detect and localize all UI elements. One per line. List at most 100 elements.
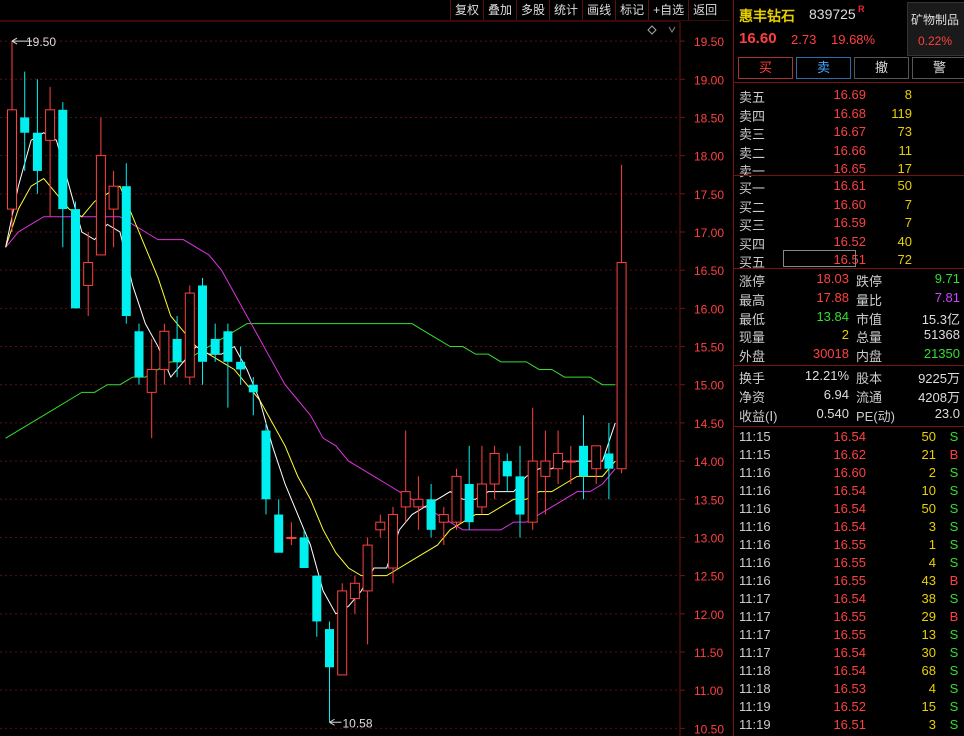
candle-body: [236, 361, 246, 370]
tick-side: S: [949, 717, 959, 732]
y-tick-label: 11.00: [694, 684, 723, 698]
fund-value: 4208万: [918, 390, 960, 405]
tick-side: B: [949, 609, 959, 624]
tick-volume: 3: [928, 717, 936, 732]
ask-volume: 17: [897, 161, 912, 176]
bid-volume: 50: [897, 178, 912, 193]
candle-body: [121, 186, 131, 316]
tick-volume: 50: [921, 501, 936, 516]
tick-side: S: [949, 699, 959, 714]
stat-value: 30018: [812, 346, 849, 362]
candle-body: [198, 285, 207, 362]
divider: [734, 365, 964, 366]
ask-label: 卖四: [739, 108, 766, 124]
toolbar-add-watchlist-button[interactable]: +自选: [648, 0, 688, 20]
y-tick-label: 15.00: [694, 379, 724, 393]
tick-price: 16.54: [833, 483, 866, 498]
high-price-label: 19.50: [26, 35, 56, 49]
tick-time: 11:17: [739, 591, 771, 606]
toolbar-overlay-button[interactable]: 叠加: [483, 0, 516, 20]
bid-label: 买二: [739, 199, 766, 215]
y-tick-label: 11.50: [694, 646, 723, 660]
tick-volume: 38: [921, 591, 936, 606]
bid-row[interactable]: 买一 16.61 50: [734, 177, 964, 196]
tick-row: 11:17 16.54 38 S: [734, 590, 964, 608]
toolbar-fuquan-button[interactable]: 复权: [450, 0, 483, 20]
tick-price: 16.53: [833, 681, 866, 696]
tick-row: 11:16 16.55 4 S: [734, 554, 964, 572]
y-tick-label: 14.00: [694, 455, 724, 469]
tick-time: 11:18: [739, 681, 771, 696]
y-tick-label: 14.50: [694, 417, 724, 431]
stock-code: 839725: [809, 6, 856, 22]
toolbar-mark-button[interactable]: 标记: [615, 0, 648, 20]
tick-row: 11:19 16.51 3 S: [734, 716, 964, 734]
stat-value: 51368: [923, 327, 960, 343]
tick-side: S: [949, 555, 959, 570]
bid-price: 16.59: [833, 215, 866, 230]
candle-body: [20, 117, 30, 133]
fund-label: 净资: [739, 390, 766, 405]
candle-body: [349, 582, 360, 600]
candle-body: [604, 453, 614, 469]
fund-label: 流通: [856, 390, 883, 405]
tick-volume: 13: [921, 627, 936, 642]
toolbar-back-button[interactable]: 返回: [688, 0, 721, 20]
bid-volume: 72: [897, 252, 912, 267]
cancel-order-button[interactable]: 撤: [854, 57, 909, 79]
stat-value: 13.84: [816, 308, 849, 324]
tick-time: 11:16: [739, 555, 771, 570]
tick-price: 16.55: [833, 609, 866, 624]
ask-price: 16.69: [833, 87, 866, 102]
tick-price: 16.54: [833, 429, 866, 444]
stock-name: 惠丰钻石: [739, 8, 795, 24]
bid-price: 16.52: [833, 233, 866, 249]
fund-label: 收益(Ⅰ): [739, 409, 778, 424]
ask-row[interactable]: 卖四 16.68 119: [734, 105, 964, 124]
candle-body: [565, 460, 576, 463]
fund-value: 9225万: [918, 371, 960, 386]
toolbar-multi-stock-button[interactable]: 多股: [516, 0, 549, 20]
fund-label: PE(动): [856, 409, 896, 424]
candle-body: [579, 445, 588, 477]
bid-row[interactable]: 买二 16.60 7: [734, 196, 964, 215]
tick-time: 11:17: [739, 645, 771, 660]
sector-pct: 0.22%: [918, 34, 953, 48]
sector-box[interactable]: 矿物制品 0.22%: [907, 2, 964, 56]
ask-label: 卖三: [739, 127, 766, 142]
candle-body: [325, 629, 334, 668]
y-tick-label: 12.00: [694, 608, 724, 622]
bid-row[interactable]: 买三 16.59 7: [734, 214, 964, 233]
buy-button[interactable]: 买: [738, 57, 793, 79]
stat-label: 市值: [856, 311, 883, 327]
ask-row[interactable]: 卖三 16.67 73: [734, 123, 964, 142]
candle-body: [7, 109, 17, 210]
kline-chart[interactable]: 19.50 19.00 18.50 18.00 17.50 17.00 16.50 16.00…: [0, 0, 733, 736]
ask-row[interactable]: 卖五 16.69 8: [734, 86, 964, 105]
toolbar-draw-button[interactable]: 画线: [582, 0, 615, 20]
bid-row[interactable]: 买四 16.52 40: [734, 233, 964, 252]
candle-body: [159, 330, 170, 370]
alert-button[interactable]: 警: [912, 57, 964, 79]
candle-body: [438, 514, 449, 523]
fund-label: 股本: [856, 371, 883, 386]
tick-side: S: [949, 645, 959, 660]
tick-price: 16.54: [833, 663, 866, 678]
tick-time: 11:16: [739, 483, 771, 498]
tick-row: 11:17 16.55 13 S: [734, 626, 964, 644]
tick-time: 11:17: [739, 627, 771, 642]
ask-row[interactable]: 卖二 16.66 11: [734, 142, 964, 161]
tick-side: S: [949, 429, 959, 444]
y-tick-label: 13.50: [694, 493, 724, 507]
toolbar-stats-button[interactable]: 统计: [549, 0, 582, 20]
candle-body: [451, 475, 462, 523]
candle-body: [413, 498, 424, 508]
tick-row: 11:15 16.54 50 S: [734, 428, 964, 446]
candle-body: [591, 445, 602, 470]
bid-label: 买四: [739, 236, 766, 252]
bid-label: 买三: [739, 218, 766, 233]
y-tick-label: 16.50: [694, 264, 724, 278]
tick-price: 16.54: [833, 519, 866, 534]
sell-button[interactable]: 卖: [796, 57, 851, 79]
tick-time: 11:15: [739, 447, 771, 462]
